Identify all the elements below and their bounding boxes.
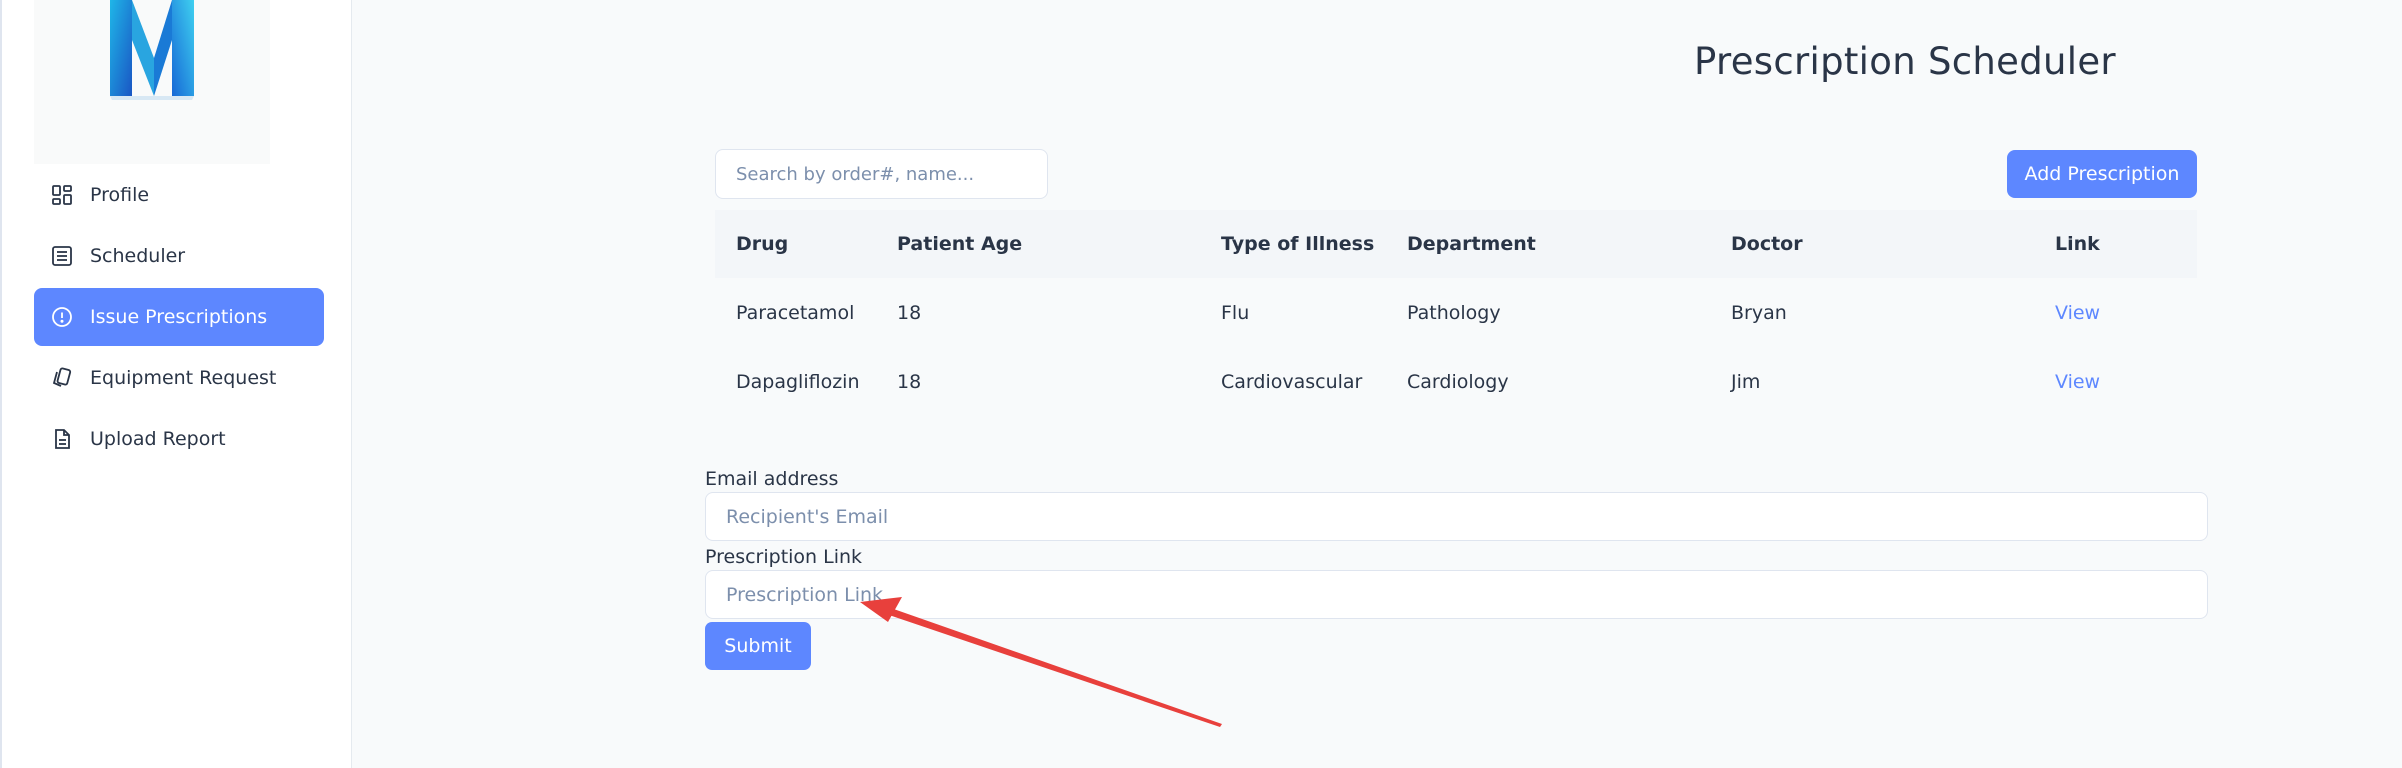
cell-drug: Dapagliflozin bbox=[736, 370, 860, 393]
file-icon bbox=[48, 425, 76, 453]
cell-doctor: Jim bbox=[1731, 370, 1761, 393]
cell-drug: Paracetamol bbox=[736, 301, 855, 324]
email-field[interactable] bbox=[705, 492, 2208, 541]
cell-department: Cardiology bbox=[1407, 370, 1509, 393]
cell-illness: Cardiovascular bbox=[1221, 370, 1363, 393]
sidebar-item-issue-prescriptions[interactable]: Issue Prescriptions bbox=[34, 288, 324, 346]
column-header: Department bbox=[1407, 233, 1536, 255]
app-root: Profile Scheduler Issue Prescriptions Eq… bbox=[0, 0, 2402, 768]
prescription-link-label: Prescription Link bbox=[705, 546, 863, 568]
sidebar-item-profile[interactable]: Profile bbox=[34, 166, 324, 224]
dashboard-icon bbox=[48, 181, 76, 209]
sidebar-item-equipment-request[interactable]: Equipment Request bbox=[34, 349, 324, 407]
add-prescription-button[interactable]: Add Prescription bbox=[2007, 150, 2197, 198]
cell-age: 18 bbox=[897, 370, 922, 393]
email-label: Email address bbox=[705, 468, 839, 490]
send-prescription-form: Email address Prescription Link Submit bbox=[705, 466, 2208, 670]
cell-illness: Flu bbox=[1221, 301, 1250, 324]
cell-department: Pathology bbox=[1407, 301, 1501, 324]
main-content: Prescription Scheduler Add Prescription … bbox=[353, 0, 2402, 768]
cell-link: View bbox=[2034, 278, 2197, 347]
page-title: Prescription Scheduler bbox=[1694, 40, 2116, 83]
prescriptions-table: Drug Patient Age Type of Illness Departm… bbox=[715, 210, 2197, 416]
sidebar-item-upload-report[interactable]: Upload Report bbox=[34, 410, 324, 468]
submit-button[interactable]: Submit bbox=[705, 622, 811, 670]
column-header: Patient Age bbox=[897, 233, 1023, 255]
column-header: Link bbox=[2055, 233, 2100, 255]
search-input[interactable] bbox=[715, 149, 1048, 199]
cell-age: 18 bbox=[897, 301, 922, 324]
column-header: Type of Illness bbox=[1221, 233, 1375, 255]
view-link[interactable]: View bbox=[2055, 371, 2100, 393]
table-row: Paracetamol 18 Flu Pathology Bryan View bbox=[715, 278, 2197, 347]
table-row: Dapagliflozin 18 Cardiovascular Cardiolo… bbox=[715, 347, 2197, 416]
cell-link: View bbox=[2034, 347, 2197, 416]
cell-doctor: Bryan bbox=[1731, 301, 1787, 324]
table-header-row: Drug Patient Age Type of Illness Departm… bbox=[715, 210, 2197, 278]
sidebar-item-label: Profile bbox=[90, 184, 150, 206]
sidebar-item-scheduler[interactable]: Scheduler bbox=[34, 227, 324, 285]
column-header: Drug bbox=[736, 233, 789, 255]
sidebar: Profile Scheduler Issue Prescriptions Eq… bbox=[0, 0, 352, 768]
alert-circle-icon bbox=[48, 303, 76, 331]
sidebar-item-label: Scheduler bbox=[90, 245, 186, 267]
cards-icon bbox=[48, 364, 76, 392]
sidebar-nav: Profile Scheduler Issue Prescriptions Eq… bbox=[34, 166, 324, 471]
prescription-link-field[interactable] bbox=[705, 570, 2208, 619]
list-icon bbox=[48, 242, 76, 270]
sidebar-item-label: Equipment Request bbox=[90, 367, 277, 389]
sidebar-item-label: Issue Prescriptions bbox=[90, 306, 268, 328]
column-header: Doctor bbox=[1731, 233, 1803, 255]
view-link[interactable]: View bbox=[2055, 302, 2100, 324]
sidebar-item-label: Upload Report bbox=[90, 428, 226, 450]
